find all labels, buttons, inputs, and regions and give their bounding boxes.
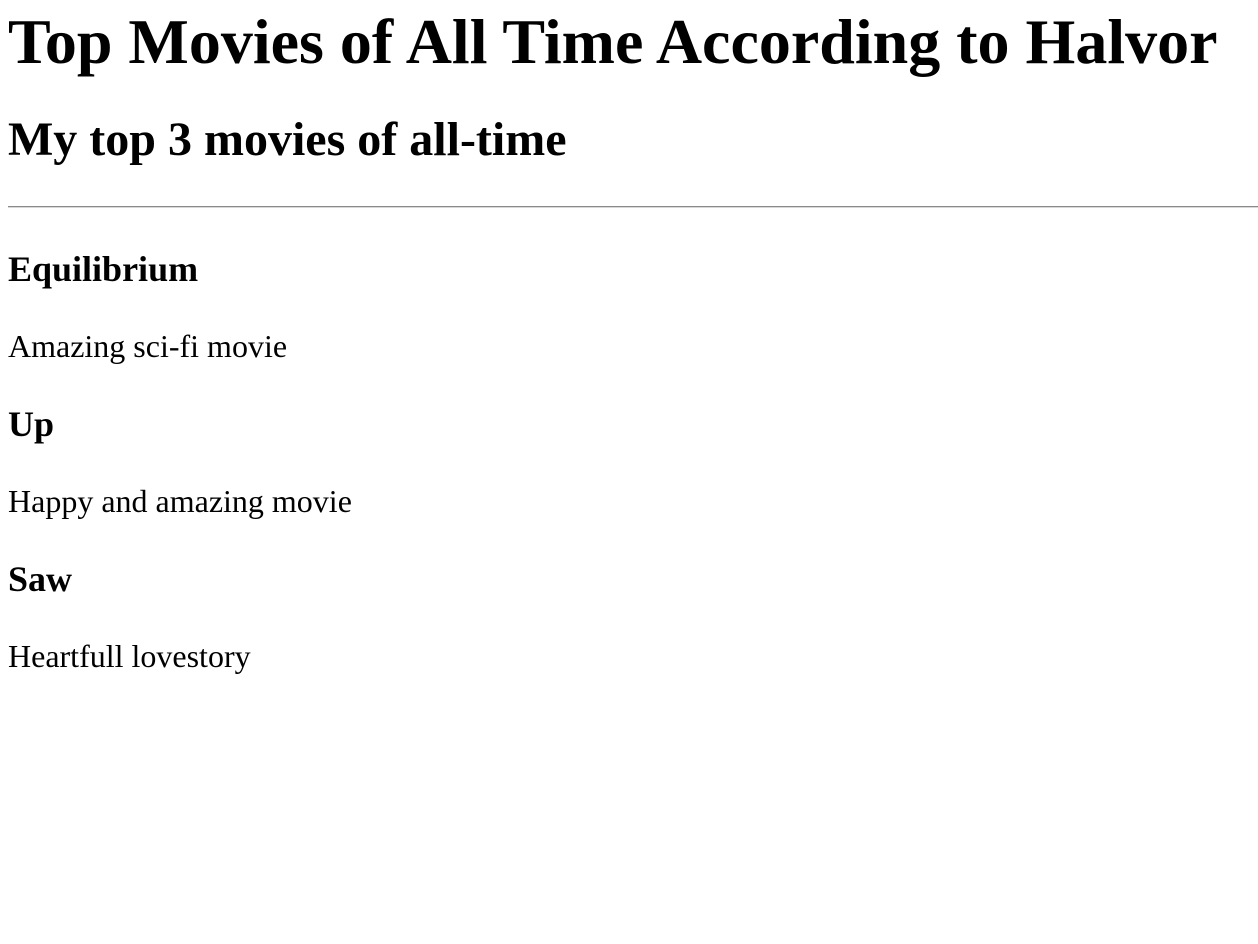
- movie-item-saw: Saw Heartfull lovestory: [8, 517, 1258, 672]
- page-subtitle: My top 3 movies of all-time: [8, 113, 567, 166]
- movie-description: Amazing sci-fi movie: [8, 328, 288, 364]
- movie-item-up: Up Happy and amazing movie: [8, 362, 1258, 517]
- movie-title: Saw: [8, 559, 73, 599]
- page-content: Top Movies of All Time According to Halv…: [0, 0, 1258, 672]
- movie-description: Happy and amazing movie: [8, 483, 352, 519]
- page-title: Top Movies of All Time According to Halv…: [8, 6, 1218, 77]
- movie-description: Heartfull lovestory: [8, 638, 251, 674]
- movie-title: Up: [8, 404, 55, 444]
- movie-list: Equilibrium Amazing sci-fi movie Up Happ…: [8, 208, 1258, 672]
- movie-item-equilibrium: Equilibrium Amazing sci-fi movie: [8, 208, 1258, 362]
- movie-title: Equilibrium: [8, 249, 199, 289]
